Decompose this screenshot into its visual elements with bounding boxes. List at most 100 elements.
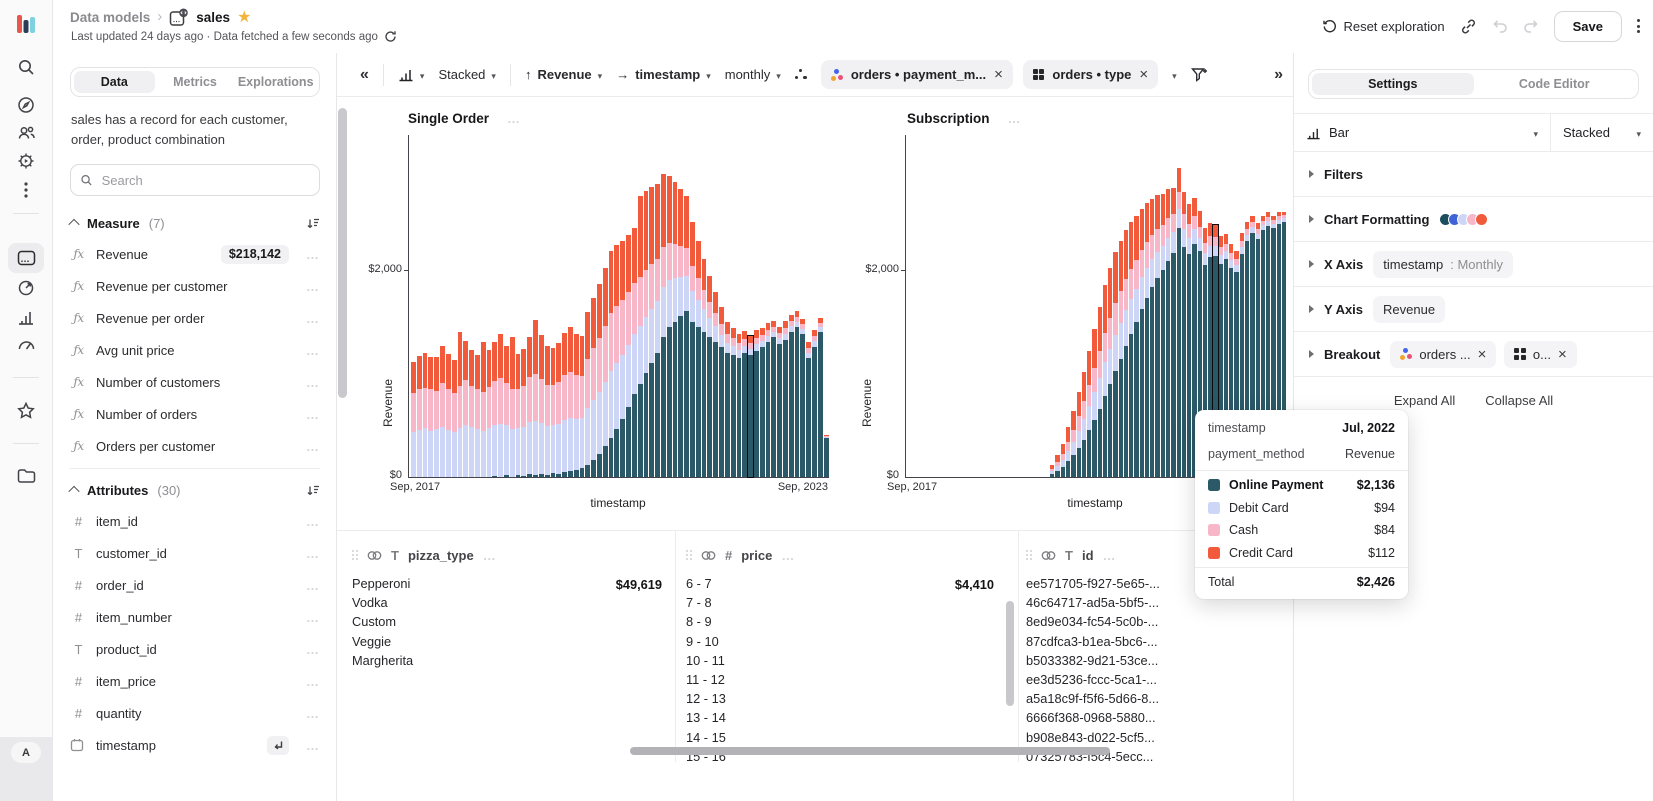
- stacked-bar[interactable]: [1155, 195, 1159, 477]
- stacked-bar[interactable]: [1113, 252, 1117, 477]
- stacked-bar[interactable]: [1098, 307, 1102, 477]
- stacked-bar[interactable]: [771, 321, 776, 477]
- stacked-bar[interactable]: [510, 337, 515, 477]
- stacked-bar[interactable]: [539, 335, 544, 477]
- app-logo-icon[interactable]: [15, 13, 37, 35]
- table-row[interactable]: a5a18c9f-f5f6-5d66-8...: [1026, 689, 1293, 708]
- table-row[interactable]: 8ed9e034-fc54-5c0b-...: [1026, 612, 1293, 631]
- stacked-bar[interactable]: [614, 245, 619, 477]
- stacked-bar[interactable]: [626, 235, 631, 477]
- stacked-bar[interactable]: [568, 327, 573, 477]
- stacked-bar[interactable]: [1077, 392, 1081, 477]
- collapse-all-link[interactable]: Collapse All: [1485, 393, 1553, 408]
- close-icon[interactable]: [1139, 66, 1148, 83]
- chart-type-button[interactable]: [398, 67, 425, 82]
- add-filter-icon[interactable]: [1191, 67, 1208, 83]
- expand-panel-icon[interactable]: [1274, 66, 1283, 84]
- stacked-bar[interactable]: [1150, 199, 1154, 477]
- plot-area[interactable]: [408, 135, 829, 478]
- stacked-bar[interactable]: [1187, 204, 1191, 477]
- redo-icon[interactable]: [1523, 19, 1539, 33]
- field-row-measure[interactable]: ƒxNumber of customers: [70, 366, 320, 398]
- tab-metrics[interactable]: Metrics: [155, 71, 236, 93]
- breakout-pill[interactable]: orders ...: [1390, 341, 1496, 368]
- stacked-bar[interactable]: [737, 334, 742, 477]
- stacked-bar[interactable]: [609, 251, 614, 477]
- stacked-bar[interactable]: [591, 298, 596, 477]
- stacked-bar[interactable]: [492, 342, 497, 477]
- row-menu-icon[interactable]: [306, 610, 320, 625]
- copy-link-icon[interactable]: [1460, 18, 1477, 35]
- row-menu-icon[interactable]: [306, 311, 320, 326]
- stacked-bar[interactable]: [1066, 427, 1070, 477]
- row-menu-icon[interactable]: [306, 738, 320, 753]
- expand-all-link[interactable]: Expand All: [1394, 393, 1455, 408]
- row-menu-icon[interactable]: [306, 439, 320, 454]
- stacked-bar[interactable]: [1134, 216, 1138, 477]
- stacked-bar[interactable]: [556, 343, 561, 477]
- stacked-bar[interactable]: [417, 356, 422, 477]
- field-row-attribute[interactable]: #quantity: [70, 697, 320, 729]
- table-row[interactable]: ee3d5236-fccc-5ca1-...: [1026, 670, 1293, 689]
- more-options-icon[interactable]: [1637, 19, 1640, 33]
- stacked-bar[interactable]: [452, 360, 457, 477]
- stacked-bar[interactable]: [638, 196, 643, 477]
- stacked-bar[interactable]: [603, 268, 608, 477]
- summary-column-header[interactable]: #price: [686, 540, 994, 570]
- stacked-bar[interactable]: [1182, 192, 1186, 477]
- y-field-dropdown[interactable]: ↑Revenue: [525, 67, 602, 82]
- vertical-scrollbar[interactable]: [1006, 601, 1014, 706]
- y-axis-field-pill[interactable]: Revenue: [1373, 296, 1445, 323]
- users-icon[interactable]: [0, 124, 52, 142]
- breakout-pill[interactable]: orders • type: [1023, 60, 1158, 89]
- field-row-attribute[interactable]: #item_price: [70, 665, 320, 697]
- table-row[interactable]: Pepperoni$49,619: [352, 574, 662, 593]
- table-row[interactable]: 14 - 15: [686, 728, 994, 747]
- stacked-bar[interactable]: [754, 330, 759, 477]
- chart-menu-icon[interactable]: [1008, 111, 1022, 126]
- stacked-bar[interactable]: [731, 328, 736, 477]
- stacked-bar[interactable]: [1055, 455, 1059, 477]
- field-row-measure[interactable]: ƒxRevenue per order: [70, 302, 320, 334]
- field-search[interactable]: [70, 164, 320, 196]
- stacked-bar[interactable]: [1129, 222, 1133, 477]
- table-row[interactable]: 6666f368-0968-5880...: [1026, 708, 1293, 727]
- breakout-pill[interactable]: orders • payment_m...: [821, 60, 1013, 89]
- stacked-bar[interactable]: [458, 332, 463, 477]
- row-menu-icon[interactable]: [306, 674, 320, 689]
- chart-menu-icon[interactable]: [507, 111, 521, 126]
- search-icon[interactable]: [0, 58, 52, 76]
- section-filters[interactable]: Filters: [1294, 152, 1653, 197]
- measure-section-header[interactable]: Measure (7): [70, 208, 320, 238]
- stacked-bar[interactable]: [725, 322, 730, 477]
- stacked-bar[interactable]: [620, 241, 625, 477]
- stacked-bar[interactable]: [504, 346, 509, 477]
- stacked-bar[interactable]: [649, 187, 654, 477]
- field-row-measure[interactable]: ƒxRevenue per customer: [70, 270, 320, 302]
- table-row[interactable]: b908e843-d022-5cf5...: [1026, 728, 1293, 747]
- stacked-bar[interactable]: [545, 346, 550, 477]
- stacked-bar[interactable]: [1061, 444, 1065, 477]
- field-row-attribute[interactable]: #item_number: [70, 601, 320, 633]
- table-row[interactable]: 6 - 7$4,410: [686, 574, 994, 593]
- row-menu-icon[interactable]: [306, 407, 320, 422]
- viz-type-dropdown[interactable]: Bar: [1294, 114, 1550, 151]
- stacked-bar[interactable]: [719, 307, 724, 477]
- drag-handle-icon[interactable]: [352, 550, 358, 560]
- stacked-bar[interactable]: [498, 334, 503, 477]
- favorites-star-icon[interactable]: [0, 401, 52, 421]
- table-row[interactable]: 8 - 9: [686, 612, 994, 631]
- field-row-attribute[interactable]: timestamp: [70, 729, 320, 761]
- tab-code-editor[interactable]: Code Editor: [1474, 73, 1636, 95]
- stacked-bar[interactable]: [1087, 351, 1091, 477]
- stacked-bar[interactable]: [434, 357, 439, 477]
- row-menu-icon[interactable]: [306, 642, 320, 657]
- stacked-bar[interactable]: [795, 311, 800, 477]
- table-row[interactable]: Margherita: [352, 651, 662, 670]
- stacked-bar[interactable]: [696, 241, 701, 477]
- sort-icon[interactable]: [306, 217, 320, 230]
- column-menu-icon[interactable]: [483, 548, 497, 563]
- stacked-bar[interactable]: [481, 342, 486, 477]
- model-icon[interactable]: [0, 279, 52, 297]
- reset-exploration-button[interactable]: Reset exploration: [1322, 19, 1444, 34]
